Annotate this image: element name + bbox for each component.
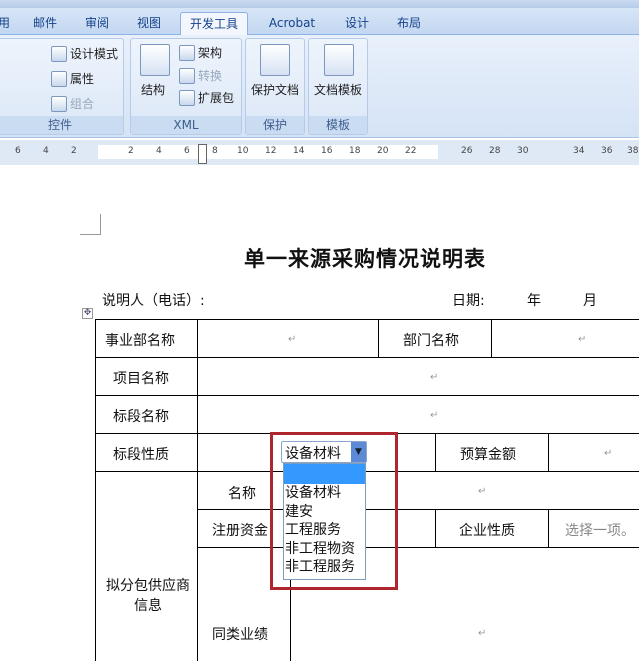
month-label: 月 — [583, 293, 597, 309]
group-label-xml: XML — [131, 116, 241, 134]
protect-document-icon — [260, 44, 290, 76]
ruler-number: 6 — [15, 146, 21, 156]
paragraph-mark: ↵ — [430, 372, 439, 383]
label-division: 事业部名称 — [105, 333, 175, 349]
design-mode-icon — [51, 45, 67, 62]
year-label: 年 — [527, 293, 541, 309]
paragraph-mark: ↵ — [478, 628, 487, 639]
group-protect: 保护文档 保护 — [245, 38, 305, 135]
tab-review[interactable]: 审阅 — [80, 12, 114, 35]
document-template-button[interactable]: 文档模板 — [314, 81, 362, 98]
design-mode-button[interactable]: 设计模式 — [51, 45, 118, 62]
label-reg-capital: 注册资金 — [212, 523, 268, 539]
ruler-number: 16 — [321, 146, 333, 156]
paragraph-mark: ↵ — [578, 334, 587, 345]
label-section-name: 标段名称 — [113, 409, 169, 425]
group-templates: 文档模板 模板 — [308, 38, 368, 135]
tab-mailings[interactable]: 邮件 — [28, 12, 62, 35]
group-controls: 设计模式 属性 组合 控件 — [0, 38, 124, 135]
structure-icon — [140, 44, 170, 76]
group-label-templates: 模板 — [309, 116, 367, 134]
ruler-number: 10 — [237, 146, 249, 156]
ribbon: 设计模式 属性 组合 控件 结构 架构 转换 扩展包 XML 保护文档 保护 文… — [0, 35, 639, 138]
ruler-number: 36 — [601, 146, 613, 156]
document-template-icon — [324, 44, 354, 76]
tab-design[interactable]: 设计 — [340, 12, 374, 35]
paragraph-mark: ↵ — [430, 410, 439, 421]
group-label-controls: 控件 — [0, 116, 123, 134]
explainer-label: 说明人（电话）: — [102, 293, 205, 309]
tab-acrobat[interactable]: Acrobat — [262, 12, 322, 35]
paragraph-mark: ↵ — [288, 334, 297, 345]
tab-layout[interactable]: 布局 — [392, 12, 426, 35]
label-project: 项目名称 — [113, 371, 169, 387]
properties-icon — [51, 70, 67, 87]
ruler-number: 12 — [265, 146, 277, 156]
ruler-number: 2 — [71, 146, 77, 156]
label-supplier-info: 拟分包供应商信息 — [106, 578, 190, 614]
margin-corner-mark — [80, 214, 101, 235]
ruler-number: 28 — [489, 146, 501, 156]
enterprise-type-dropdown[interactable]: 选择一项。 — [565, 520, 635, 540]
label-budget: 预算金额 — [460, 447, 516, 463]
schema-button[interactable]: 架构 — [179, 44, 222, 61]
ruler-number: 18 — [349, 146, 361, 156]
label-section-type: 标段性质 — [113, 447, 169, 463]
expansion-pack-icon — [179, 89, 195, 106]
ruler-number: 4 — [156, 146, 162, 156]
expansion-pack-button[interactable]: 扩展包 — [179, 89, 234, 106]
tab-view[interactable]: 视图 — [132, 12, 166, 35]
paragraph-mark: ↵ — [604, 448, 613, 459]
ruler-number: 6 — [184, 146, 190, 156]
tab-references[interactable]: 用 — [0, 12, 14, 35]
label-enterprise-type: 企业性质 — [459, 523, 515, 539]
group-xml: 结构 架构 转换 扩展包 XML — [130, 38, 242, 135]
ruler-number: 22 — [405, 146, 417, 156]
ruler-number: 30 — [517, 146, 529, 156]
label-name: 名称 — [228, 486, 256, 502]
ruler-number: 14 — [293, 146, 305, 156]
label-similar-performance: 同类业绩 — [212, 627, 268, 643]
group-icon — [51, 95, 67, 112]
paragraph-mark: ↵ — [478, 486, 487, 497]
highlight-box — [270, 432, 398, 590]
schema-icon — [179, 44, 195, 61]
transform-icon — [179, 67, 195, 84]
title-bar — [0, 0, 639, 8]
ribbon-tabs: 用 邮件 审阅 视图 开发工具 Acrobat 设计 布局 — [0, 8, 639, 35]
indent-marker[interactable] — [198, 144, 207, 164]
ruler-number: 4 — [43, 146, 49, 156]
ruler-number: 8 — [212, 146, 218, 156]
table-move-handle-icon[interactable]: ✥ — [82, 308, 93, 319]
group-label-protect: 保护 — [246, 116, 304, 134]
tab-developer[interactable]: 开发工具 — [180, 12, 248, 35]
ruler-number: 26 — [461, 146, 473, 156]
properties-button[interactable]: 属性 — [51, 70, 94, 87]
group-button[interactable]: 组合 — [51, 95, 94, 112]
ruler-number: 2 — [128, 146, 134, 156]
transform-button[interactable]: 转换 — [179, 67, 222, 84]
ruler-number: 34 — [573, 146, 585, 156]
document-title: 单一来源采购情况说明表 — [244, 246, 486, 271]
protect-document-button[interactable]: 保护文档 — [251, 81, 299, 98]
structure-button[interactable]: 结构 — [141, 81, 165, 98]
label-department: 部门名称 — [403, 333, 459, 349]
date-label: 日期: — [452, 293, 485, 309]
ruler-number: 38 — [627, 146, 639, 156]
ruler-number: 20 — [377, 146, 389, 156]
